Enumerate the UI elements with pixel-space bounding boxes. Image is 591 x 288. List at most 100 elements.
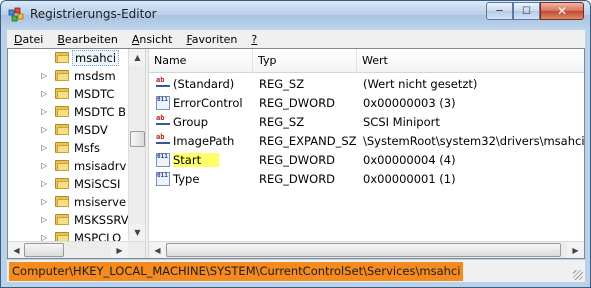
- dword-value-icon: 011: [156, 153, 170, 167]
- expand-arrow-icon[interactable]: ▷: [41, 234, 49, 242]
- scroll-right-icon[interactable]: ▶: [111, 242, 128, 258]
- folder-icon: [55, 231, 69, 241]
- value-data: \SystemRoot\system32\drivers\msahci.sys: [363, 134, 584, 148]
- value-type: REG_DWORD: [259, 172, 336, 186]
- column-header-type[interactable]: Typ: [253, 49, 357, 73]
- close-button[interactable]: ✕: [540, 2, 584, 20]
- tree-item[interactable]: ▷ Msfs: [8, 139, 128, 157]
- menu-ansicht[interactable]: Ansicht: [125, 33, 180, 46]
- tree-item[interactable]: ▷ msdsm: [8, 67, 128, 85]
- list-hscroll-thumb[interactable]: [166, 243, 561, 257]
- column-header-value[interactable]: Wert: [357, 49, 584, 73]
- folder-icon: [55, 69, 69, 82]
- value-type: REG_SZ: [259, 115, 305, 129]
- status-bar: Computer\HKEY_LOCAL_MACHINE\SYSTEM\Curre…: [7, 260, 585, 282]
- tree-item[interactable]: msahci: [8, 49, 128, 67]
- menu-favoriten[interactable]: Favoriten: [179, 33, 244, 46]
- value-row[interactable]: ab ImagePath REG_EXPAND_SZ \SystemRoot\syst…: [149, 132, 584, 151]
- value-row[interactable]: ab (Standard) REG_SZ (Wert nicht gesetzt): [149, 75, 584, 94]
- dword-value-icon: 011: [156, 172, 170, 186]
- title-bar[interactable]: Registrierungs-Editor ─ ☐ ✕: [1, 1, 590, 29]
- expand-arrow-icon[interactable]: ▷: [41, 72, 49, 80]
- expand-arrow-icon[interactable]: [41, 54, 49, 62]
- maximize-button[interactable]: ☐: [513, 2, 540, 20]
- folder-icon: [55, 177, 69, 190]
- main-content: msahci ▷ msdsm ▷ MSDTC ▷ MSDTC B ▷ MSDV ▷ Msfs ▷ msi…: [7, 48, 585, 259]
- window-title: Registrierungs-Editor: [30, 7, 157, 21]
- value-name: Start: [173, 153, 220, 167]
- scroll-left-icon[interactable]: ◀: [8, 242, 25, 258]
- value-data: 0x00000003 (3): [363, 96, 456, 110]
- expand-arrow-icon[interactable]: ▷: [41, 198, 49, 206]
- value-row[interactable]: 011 ErrorControl REG_DWORD 0x00000003 (3): [149, 94, 584, 113]
- window-controls: ─ ☐ ✕: [486, 2, 584, 20]
- tree-item[interactable]: ▷ MSDTC B: [8, 103, 128, 121]
- value-data: (Wert nicht gesetzt): [363, 77, 478, 91]
- menu-bearbeiten[interactable]: Bearbeiten: [50, 33, 124, 46]
- tree-item-label: Msfs: [74, 141, 100, 155]
- tree-item[interactable]: ▷ MSKSSRV: [8, 211, 128, 229]
- tree-item-label: msahci: [72, 50, 120, 66]
- scroll-right-icon[interactable]: ▶: [567, 242, 584, 258]
- expand-arrow-icon[interactable]: ▷: [41, 144, 49, 152]
- value-name: (Standard): [173, 77, 235, 91]
- tree-item-label: msiserve: [74, 195, 127, 209]
- string-value-icon: ab: [156, 134, 171, 149]
- expand-arrow-icon[interactable]: ▷: [41, 216, 49, 224]
- status-path: Computer\HKEY_LOCAL_MACHINE\SYSTEM\Curre…: [9, 262, 464, 281]
- tree-vertical-scrollbar[interactable]: ▲ ▼: [128, 49, 145, 241]
- menu-datei[interactable]: Datei: [7, 33, 50, 46]
- expand-arrow-icon[interactable]: ▷: [41, 126, 49, 134]
- tree-horizontal-scrollbar[interactable]: ◀ ▶: [8, 241, 145, 258]
- tree-item[interactable]: ▷ msiserve: [8, 193, 128, 211]
- menu-help[interactable]: ?: [244, 33, 264, 46]
- string-value-icon: ab: [156, 77, 171, 92]
- tree-item[interactable]: ▷ MSPCLO: [8, 229, 128, 241]
- string-value-icon: ab: [156, 115, 171, 130]
- value-row[interactable]: 011 Start REG_DWORD 0x00000004 (4): [149, 151, 584, 170]
- scroll-down-icon[interactable]: ▼: [129, 224, 145, 241]
- value-row[interactable]: ab Group REG_SZ SCSI Miniport: [149, 113, 584, 132]
- folder-icon: [55, 213, 69, 226]
- scroll-up-icon[interactable]: ▲: [129, 49, 145, 66]
- value-type: REG_DWORD: [259, 153, 336, 167]
- folder-icon: [55, 159, 69, 172]
- value-data: 0x00000001 (1): [363, 172, 456, 186]
- tree-item[interactable]: ▷ MSDV: [8, 121, 128, 139]
- value-data: 0x00000004 (4): [363, 153, 456, 167]
- value-row[interactable]: 011 Type REG_DWORD 0x00000001 (1): [149, 170, 584, 189]
- tree-item-label: msisadrv: [74, 159, 127, 173]
- tree-hscroll-thumb[interactable]: [24, 243, 64, 257]
- tree-item-label: MSDTC B: [74, 105, 127, 119]
- expand-arrow-icon[interactable]: ▷: [41, 180, 49, 188]
- menu-bar: Datei Bearbeiten Ansicht Favoriten ?: [7, 30, 585, 48]
- tree-item[interactable]: ▷ msisadrv: [8, 157, 128, 175]
- dword-value-icon: 011: [156, 96, 170, 110]
- tree-item[interactable]: ▷ MSiSCSI: [8, 175, 128, 193]
- value-type: REG_EXPAND_SZ: [259, 134, 357, 148]
- tree-item-label: msdsm: [74, 69, 116, 83]
- list-horizontal-scrollbar[interactable]: ◀ ▶: [149, 241, 584, 258]
- resize-grip-icon[interactable]: [573, 270, 583, 280]
- value-name: ErrorControl: [173, 96, 243, 110]
- column-header-name[interactable]: Name: [149, 49, 253, 73]
- value-name: Type: [173, 172, 200, 186]
- folder-icon: [55, 195, 69, 208]
- list-header: Name Typ Wert: [149, 49, 584, 73]
- value-name: ImagePath: [173, 134, 235, 148]
- key-tree: msahci ▷ msdsm ▷ MSDTC ▷ MSDTC B ▷ MSDV ▷ Msfs ▷ msi…: [8, 49, 128, 241]
- expand-arrow-icon[interactable]: ▷: [41, 90, 49, 98]
- expand-arrow-icon[interactable]: ▷: [41, 108, 49, 116]
- tree-item[interactable]: ▷ MSDTC: [8, 85, 128, 103]
- folder-icon: [55, 141, 69, 154]
- expand-arrow-icon[interactable]: ▷: [41, 162, 49, 170]
- value-type: REG_DWORD: [259, 96, 336, 110]
- tree-item-label: MSKSSRV: [74, 213, 128, 227]
- scroll-left-icon[interactable]: ◀: [149, 242, 166, 258]
- folder-icon: [55, 105, 69, 118]
- tree-item-label: MSiSCSI: [74, 177, 121, 191]
- minimize-button[interactable]: ─: [486, 2, 513, 20]
- registry-editor-icon: [8, 7, 24, 22]
- value-data: SCSI Miniport: [363, 115, 440, 129]
- tree-scroll-thumb[interactable]: [130, 131, 145, 147]
